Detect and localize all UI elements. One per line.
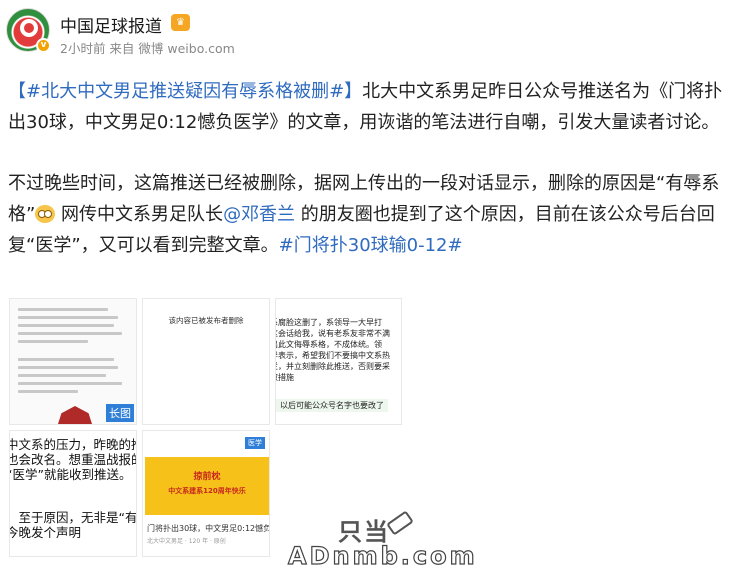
chat-line: 这会话给我，说有老系友非常不满	[275, 329, 390, 338]
pagoda-logo-icon	[58, 406, 92, 424]
article-cover: 掠前枕 中文系建系120周年快乐	[145, 457, 269, 515]
chat-line: ：至于原因，无非是“有辱系	[9, 510, 137, 525]
post-body: 【#北大中文男足推送疑因有辱系格被删#】北大中文系男足昨日公众号推送名为《门将扑…	[8, 76, 733, 291]
weibo-logo-icon	[20, 19, 38, 37]
account-name[interactable]: 中国足球报道	[60, 12, 162, 37]
key-icon	[386, 510, 414, 536]
post-paragraph-1: 【#北大中文男足推送疑因有辱系格被删#】北大中文系男足昨日公众号推送名为《门将扑…	[8, 76, 733, 138]
cover-title: 掠前枕	[193, 472, 221, 482]
topic-tag-link[interactable]: 【#北大中文男足推送疑因有辱系格被删#】	[8, 81, 362, 102]
chat-line: 出此文侮辱系格，不成体统。领	[275, 340, 382, 349]
image-thumbnail-5[interactable]: 医学 掠前枕 中文系建系120周年快乐 门将扑出30球，中文男足0:12憾负医学…	[142, 430, 270, 557]
post-meta: 2小时前 来自 微博 weibo.com	[60, 41, 235, 56]
image-thumbnail-3[interactable]: 系腐脸这删了，系领导一大早打 这会话给我，说有老系友非常不满 出此文侮辱系格，不…	[275, 298, 402, 425]
article-title: 门将扑出30球，中文男足0:12憾负医学	[147, 524, 269, 533]
watermark-text-bottom: ADnmb.com	[287, 541, 478, 570]
post-paragraph-2: 不过晚些时间，这篇推送已经被删除，据网上传出的一段对话显示，删除的原因是“有辱系…	[8, 168, 733, 261]
watermark: 只当 ADnmb.com	[287, 510, 475, 572]
chat-line: 导表示，希望我们不要搞中文系热	[275, 351, 390, 360]
chat-line: 今晚发个声明	[9, 525, 82, 540]
user-mention-link[interactable]: @邓香兰	[223, 204, 295, 225]
image-thumbnail-4[interactable]: 中文系的压力，昨晚的推送 也会改名。想重温战报的 “医学”就能收到推送。 ：至于…	[9, 430, 137, 557]
article-source: 北大中文男足 · 120 年 · 原创	[147, 538, 226, 545]
chat-screenshot: 系腐脸这删了，系领导一大早打 这会话给我，说有老系友非常不满 出此文侮辱系格，不…	[275, 299, 401, 383]
image-thumbnail-1[interactable]: 长图	[9, 298, 137, 425]
chat-line: 系腐脸这删了，系领导一大早打	[275, 318, 382, 327]
long-image-badge: 长图	[106, 404, 134, 422]
chat-line: 拦，并立刻删除此推送，否则要采	[275, 362, 390, 371]
keyword-chip: 医学	[245, 437, 265, 449]
post-header: v 中国足球报道 ♛ 2小时前 来自 微博 weibo.com	[6, 8, 706, 58]
deleted-notice: 该内容已被发布者删除	[168, 316, 244, 325]
emoji-icon	[35, 205, 56, 223]
verified-badge-icon: v	[36, 38, 51, 53]
chat-line: 取措施	[276, 373, 294, 382]
chat-screenshot: 中文系的压力，昨晚的推送 也会改名。想重温战报的 “医学”就能收到推送。 ：至于…	[9, 437, 137, 540]
member-badge-icon: ♛	[171, 14, 190, 31]
chat-line: 中文系的压力，昨晚的推送	[9, 437, 136, 452]
chat-line: 也会改名。想重温战报的	[9, 452, 137, 467]
paragraph-text: 网传中文系男足队长	[55, 204, 224, 225]
image-thumbnail-2[interactable]: 该内容已被发布者删除	[142, 298, 270, 425]
chat-reply: 以后可能公众号名字也要改了	[276, 399, 388, 412]
chat-line: “医学”就能收到推送。	[9, 467, 132, 482]
topic-tag-link[interactable]: #门将扑30球输0-12#	[279, 235, 463, 256]
cover-subtitle: 中文系建系120周年快乐	[168, 487, 246, 495]
